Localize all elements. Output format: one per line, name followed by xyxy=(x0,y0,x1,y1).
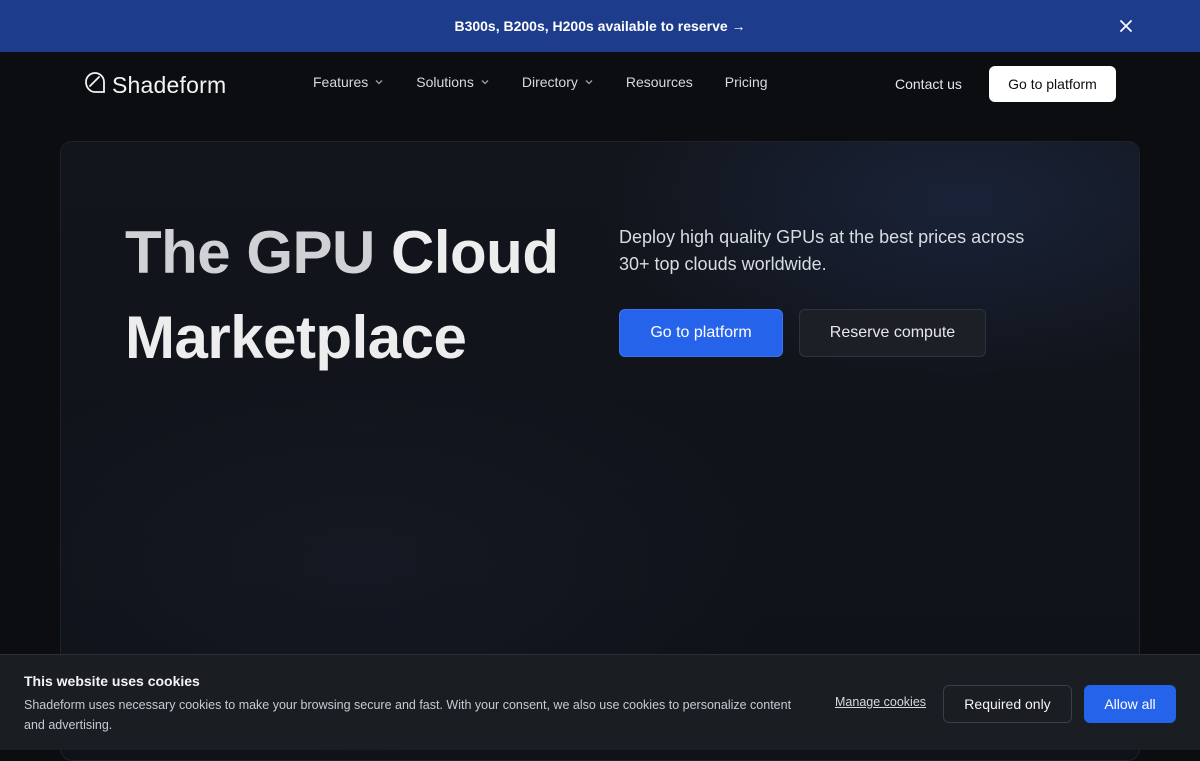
logo-text: Shadeform xyxy=(112,71,227,98)
hero-title: The GPU Cloud Marketplace xyxy=(125,210,565,380)
manage-cookies-link[interactable]: Manage cookies xyxy=(835,695,926,709)
logo[interactable]: Shadeform xyxy=(84,72,226,98)
required-only-button[interactable]: Required only xyxy=(943,685,1072,723)
nav-item-label: Directory xyxy=(521,74,578,90)
nav-links: Features Solutions Directory Resources P… xyxy=(313,74,800,90)
hero-title-part1: The GPU xyxy=(125,219,392,286)
top-navigation: Shadeform Features Solutions Directory R… xyxy=(0,52,1200,116)
chevron-down-icon xyxy=(585,80,593,85)
hero-subtitle: Deploy high quality GPUs at the best pri… xyxy=(619,227,1025,274)
chevron-down-icon xyxy=(481,80,489,85)
nav-item-label: Features xyxy=(313,74,369,90)
allow-all-button[interactable]: Allow all xyxy=(1084,685,1176,723)
nav-item-solutions[interactable]: Solutions xyxy=(416,74,490,90)
reserve-compute-button[interactable]: Reserve compute xyxy=(799,309,986,357)
nav-item-directory[interactable]: Directory xyxy=(522,74,594,90)
nav-item-label: Resources xyxy=(625,74,693,90)
chevron-down-icon xyxy=(375,80,383,85)
go-to-platform-button[interactable]: Go to platform xyxy=(619,309,783,357)
nav-item-pricing[interactable]: Pricing xyxy=(725,74,768,90)
go-to-platform-nav-button[interactable]: Go to platform xyxy=(989,66,1116,102)
announcement-link[interactable]: B300s, B200s, H200s available to reserve… xyxy=(454,18,745,34)
nav-item-resources[interactable]: Resources xyxy=(626,74,693,90)
nav-item-label: Pricing xyxy=(724,74,768,90)
close-icon[interactable] xyxy=(1116,16,1136,36)
cookie-banner: This website uses cookies Shadeform uses… xyxy=(0,654,1200,750)
nav-item-features[interactable]: Features xyxy=(313,74,384,90)
nav-item-label: Solutions xyxy=(416,74,474,90)
contact-us-link[interactable]: Contact us xyxy=(895,76,962,92)
cookie-text: Shadeform uses necessary cookies to make… xyxy=(24,698,792,732)
cookie-title: This website uses cookies xyxy=(24,673,200,689)
announcement-banner: B300s, B200s, H200s available to reserve… xyxy=(0,0,1200,52)
shadeform-logo-icon xyxy=(84,71,106,100)
